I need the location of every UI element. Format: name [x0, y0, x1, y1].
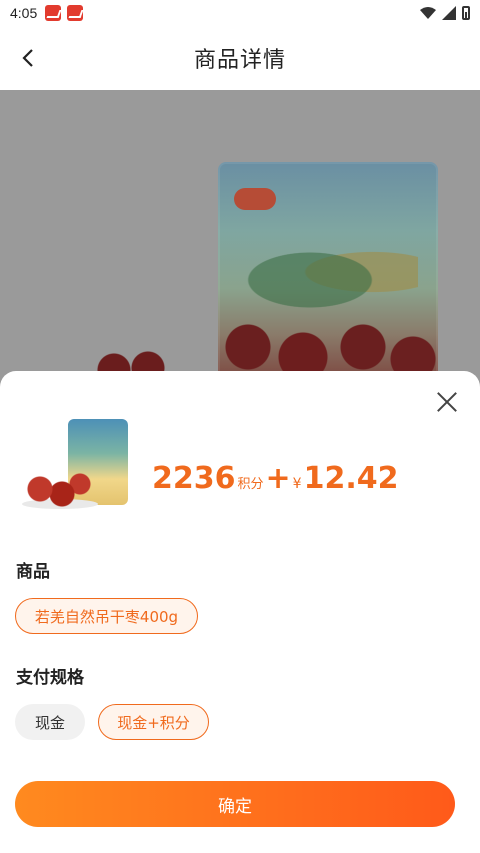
package-illustration [238, 232, 418, 312]
price-points: 2236 [152, 461, 236, 496]
close-icon[interactable] [434, 389, 460, 415]
payment-section-label: 支付规格 [16, 668, 84, 688]
product-section-label: 商品 [16, 562, 50, 582]
price-currency: ¥ [292, 476, 302, 492]
price: 2236 积分 + ¥ 12.42 [152, 461, 398, 496]
page-title: 商品详情 [193, 48, 286, 73]
wifi-icon [420, 7, 436, 19]
product-package-image [218, 162, 438, 390]
back-button[interactable] [14, 44, 42, 72]
price-cash: 12.42 [303, 461, 399, 496]
status-time: 4:05 [10, 5, 38, 21]
option-cash-points[interactable]: 现金+积分 [98, 704, 209, 740]
status-bar: 4:05 [0, 0, 480, 26]
spec-selection-sheet: 2236 积分 + ¥ 12.42 商品 若羌自然吊干枣400g 支付规格 现金… [0, 371, 480, 853]
product-image [0, 90, 480, 390]
header: 商品详情 [0, 26, 480, 90]
battery-icon [462, 6, 470, 20]
price-points-unit: 积分 [237, 477, 264, 492]
thumbnail-dates [22, 469, 92, 509]
notification-icon [45, 5, 62, 21]
brand-logo [234, 188, 276, 210]
price-plus: + [265, 461, 291, 496]
option-product-dates[interactable]: 若羌自然吊干枣400g [15, 598, 198, 634]
notification-icon [67, 5, 84, 21]
chevron-left-icon [22, 49, 33, 67]
status-icons [420, 6, 470, 20]
product-thumbnail [22, 419, 134, 511]
option-cash[interactable]: 现金 [15, 704, 85, 740]
confirm-button[interactable]: 确定 [15, 781, 455, 827]
signal-icon [442, 6, 456, 20]
